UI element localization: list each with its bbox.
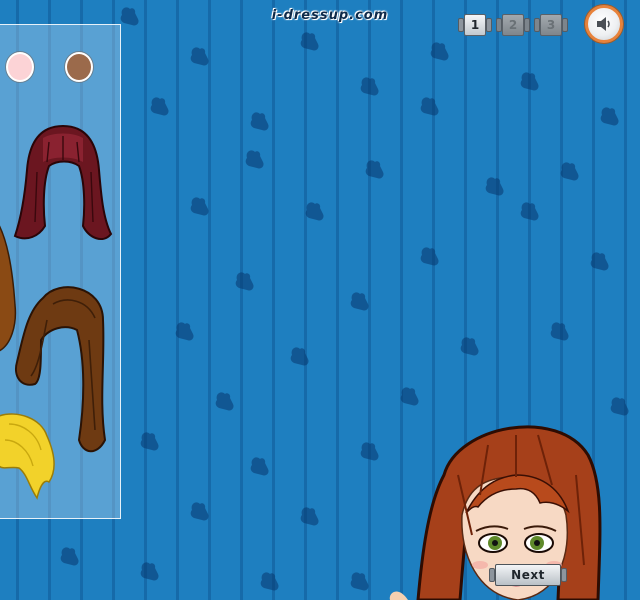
hair-option-brown-partial[interactable] — [0, 215, 23, 355]
speaker-icon — [597, 17, 610, 31]
next-button-label: Next — [495, 564, 561, 586]
sound-toggle-button[interactable] — [585, 5, 623, 43]
page-3-button[interactable]: 3 — [534, 13, 568, 37]
page-3-label: 3 — [540, 14, 562, 36]
brown-color-swatch[interactable] — [65, 52, 93, 82]
page-1-label: 1 — [464, 14, 486, 36]
hair-option-burgundy-straight[interactable] — [13, 122, 113, 252]
page-2-label: 2 — [502, 14, 524, 36]
page-1-button[interactable]: 1 — [458, 13, 492, 37]
site-logo[interactable]: i-dressup.com — [244, 8, 416, 26]
next-button[interactable]: Next — [489, 564, 567, 586]
hair-selection-panel — [0, 24, 121, 519]
page-2-button[interactable]: 2 — [496, 13, 530, 37]
page-navigation: 1 2 3 — [458, 13, 570, 37]
hair-option-blonde-short[interactable] — [0, 410, 59, 500]
pink-color-swatch[interactable] — [6, 52, 34, 82]
